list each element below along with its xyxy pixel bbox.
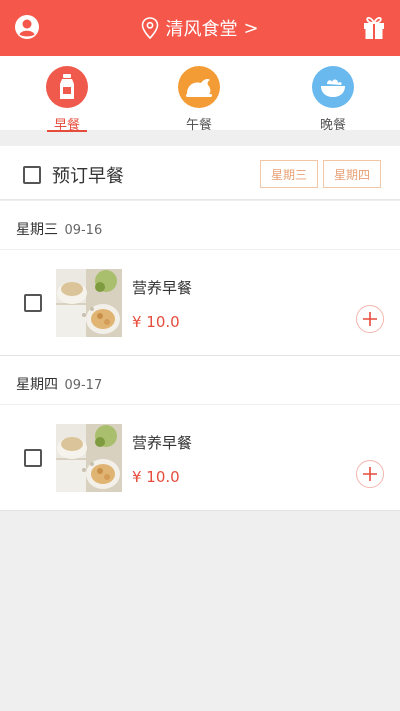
day-button-thursday[interactable]: 星期四 (323, 160, 381, 188)
day-section-wednesday: 星期三 09-16 营养早餐 ¥ 10.0 (0, 201, 400, 355)
item-checkbox[interactable] (24, 449, 42, 467)
location-pin-icon (142, 17, 159, 39)
meal-name: 营养早餐 (132, 279, 193, 297)
lunch-circle (178, 66, 220, 108)
day-heading: 星期三 09-16 (16, 219, 102, 239)
location-name: 清风食堂 (165, 19, 238, 40)
location-arrow: > (243, 17, 259, 39)
tab-lunch[interactable]: 午餐 (154, 66, 244, 136)
order-header: 预订早餐 星期三 星期四 (0, 146, 400, 200)
item-checkbox[interactable] (24, 294, 42, 312)
section-divider (0, 404, 400, 405)
roast-chicken-icon (186, 79, 212, 97)
day-name: 星期四 (16, 377, 58, 393)
app-header: 清风食堂 > (0, 0, 400, 56)
tab-breakfast[interactable]: 早餐 (22, 66, 112, 136)
day-date: 09-17 (64, 378, 103, 393)
tab-dinner[interactable]: 晚餐 (288, 66, 378, 136)
gift-icon[interactable] (362, 14, 386, 40)
section-border (0, 510, 400, 511)
meal-photo (56, 269, 122, 337)
order-title: 预订早餐 (52, 166, 124, 187)
day-section-thursday: 星期四 09-17 营养早餐 ¥ 10.0 (0, 356, 400, 510)
plus-icon (363, 467, 377, 481)
meal-price: ¥ 10.0 (132, 313, 180, 331)
add-button[interactable] (356, 305, 384, 333)
meal-tabs: 早餐 午餐 晚餐 (0, 56, 400, 138)
day-date: 09-16 (64, 223, 103, 238)
active-tab-indicator (47, 130, 87, 132)
dinner-circle (312, 66, 354, 108)
plus-icon (363, 312, 377, 326)
meal-thumbnail (56, 424, 122, 492)
day-heading: 星期四 09-17 (16, 374, 102, 394)
tab-lunch-label: 午餐 (185, 118, 212, 133)
bowl-icon (321, 79, 345, 97)
meal-price: ¥ 10.0 (132, 468, 180, 486)
meal-thumbnail (56, 269, 122, 337)
day-name: 星期三 (16, 222, 58, 238)
milk-bottle-icon (60, 74, 74, 99)
meal-photo (56, 424, 122, 492)
select-all-checkbox[interactable] (23, 166, 41, 184)
breakfast-circle (46, 66, 88, 108)
add-button[interactable] (356, 460, 384, 488)
day-button-wednesday[interactable]: 星期三 (260, 160, 318, 188)
section-divider (0, 249, 400, 250)
tab-dinner-label: 晚餐 (319, 118, 346, 133)
meal-name: 营养早餐 (132, 434, 193, 452)
location-selector[interactable]: 清风食堂 > (0, 0, 400, 56)
